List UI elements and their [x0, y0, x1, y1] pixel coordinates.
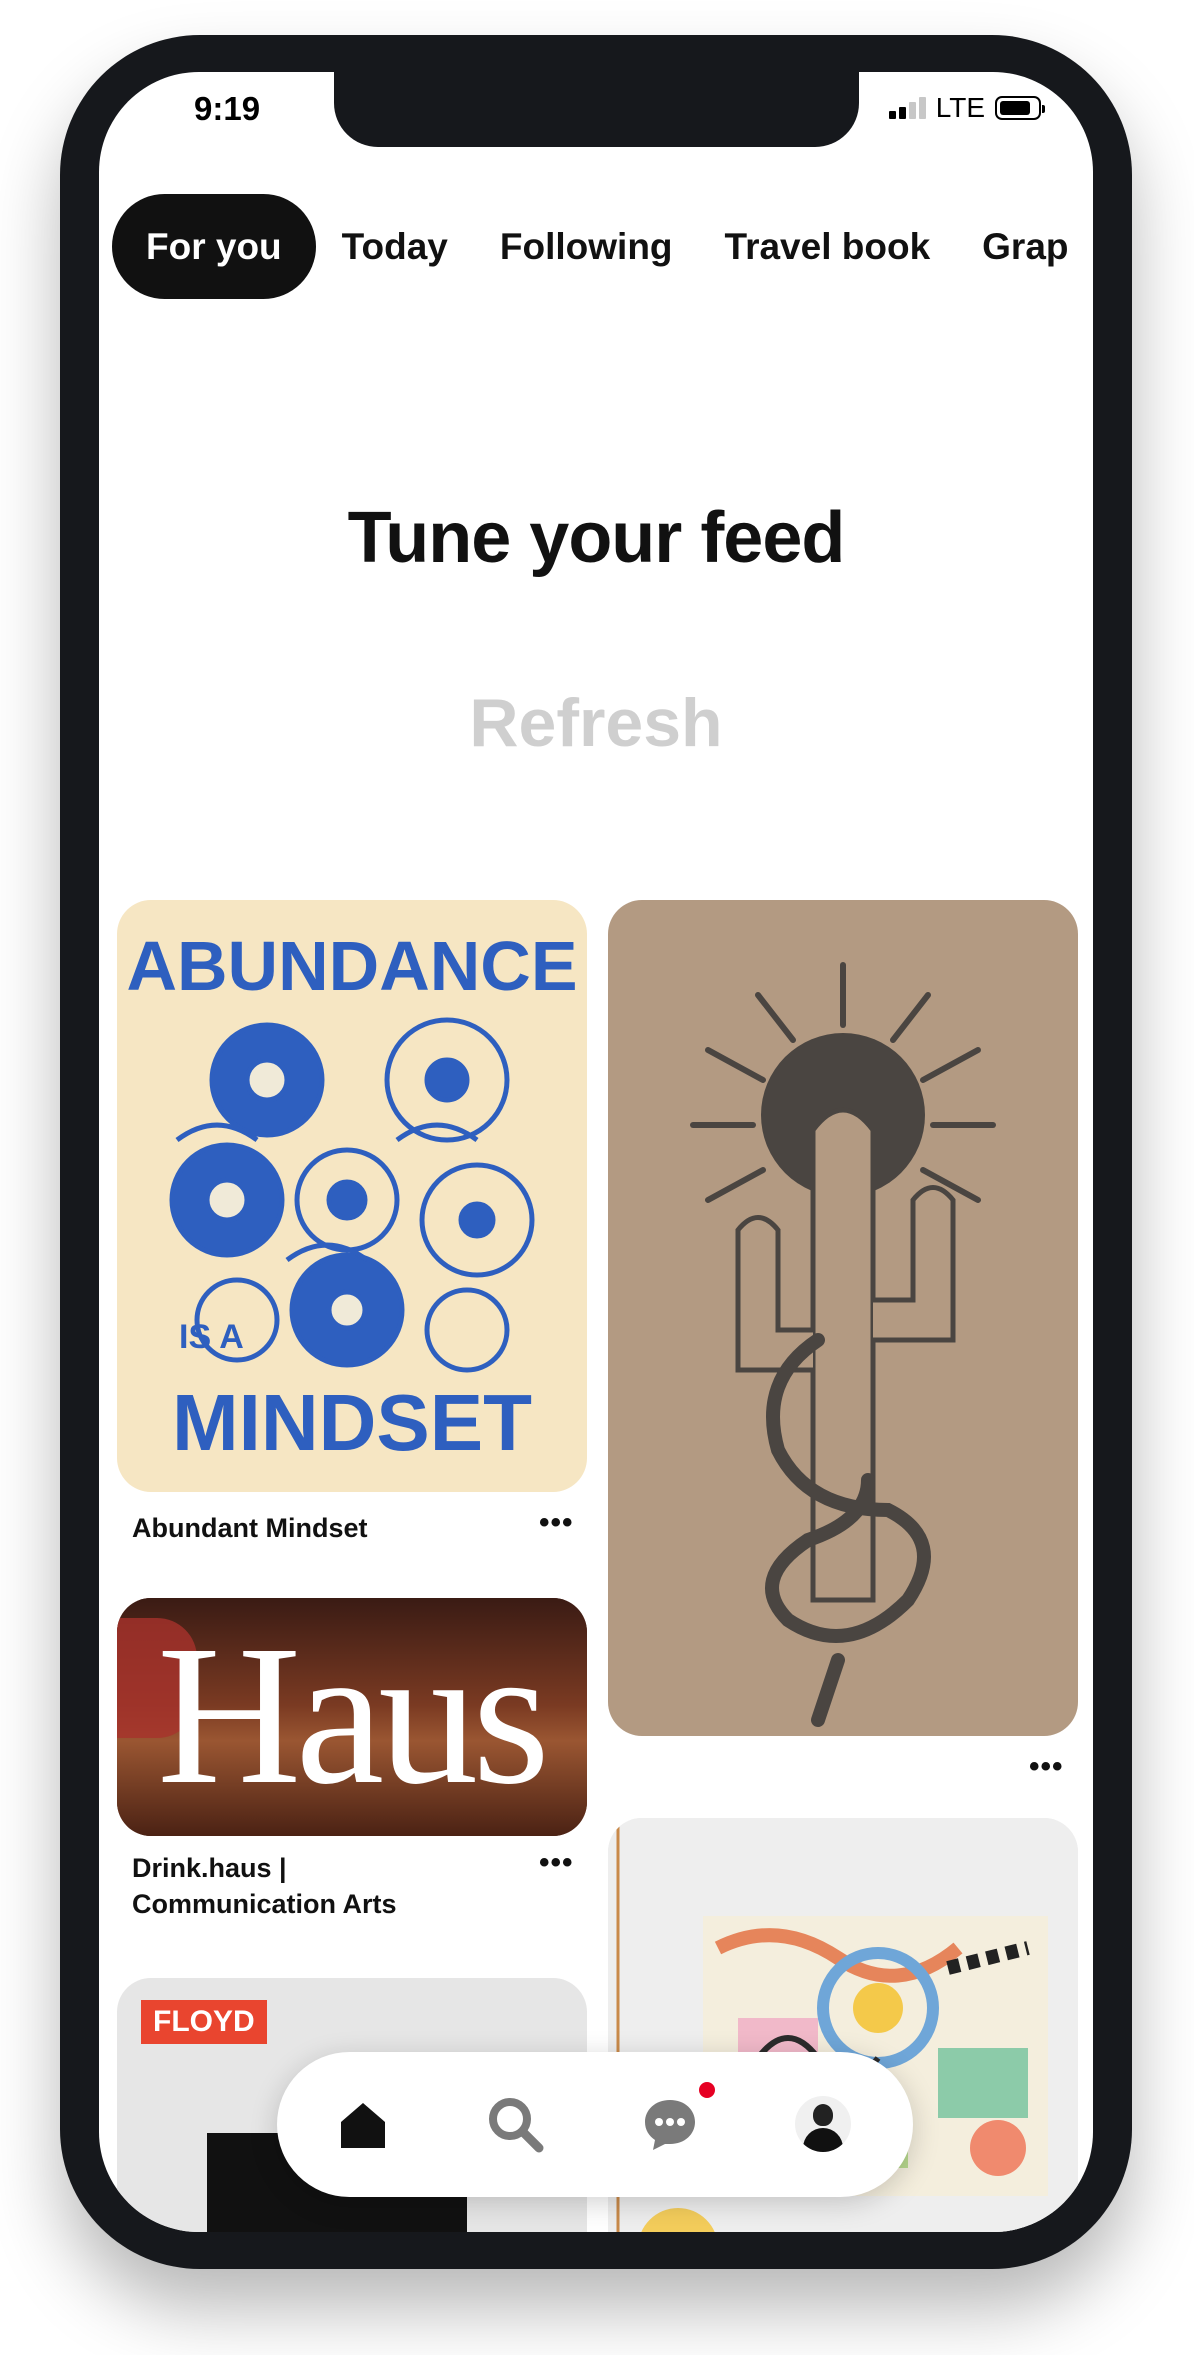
pin-abundant-mindset-more-button[interactable]: ••• — [539, 1506, 574, 1540]
refresh-button[interactable]: Refresh — [99, 684, 1093, 762]
profile-avatar[interactable] — [795, 2096, 851, 2152]
messages-notification-badge — [699, 2082, 715, 2098]
pin-cactus-more-button[interactable]: ••• — [1029, 1750, 1064, 1784]
pin-drink-haus-title-line2: Communication Arts — [132, 1889, 397, 1919]
status-indicators: LTE — [888, 92, 1045, 124]
pin-abundant-mindset-title[interactable]: Abundant Mindset — [132, 1510, 367, 1546]
pin-drink-haus-more-button[interactable]: ••• — [539, 1846, 574, 1880]
abundance-art-top: ABUNDANCE — [126, 927, 577, 1005]
messages-icon[interactable] — [640, 2094, 700, 2154]
tab-today[interactable]: Today — [316, 194, 474, 299]
floyd-label: FLOYD — [141, 2000, 267, 2044]
home-icon[interactable] — [333, 2094, 393, 2154]
phone-frame: 9:19 LTE For you Today Following Travel … — [60, 35, 1132, 2269]
notch — [334, 72, 859, 147]
bottom-navigation — [277, 2052, 913, 2197]
avatar-head — [813, 2104, 833, 2126]
pin-cactus-image[interactable] — [608, 900, 1078, 1736]
battery-icon — [995, 96, 1045, 120]
status-time: 9:19 — [194, 90, 261, 127]
cactus-snake-artwork — [690, 962, 996, 1727]
tab-graphic[interactable]: Grap — [956, 194, 1093, 299]
haus-art-text: Haus — [157, 1605, 550, 1826]
pin-drink-haus-title[interactable]: Drink.haus | Communication Arts — [132, 1850, 397, 1922]
tab-following[interactable]: Following — [474, 194, 699, 299]
abundance-art-mid: IS A — [179, 1318, 244, 1356]
feed-heading: Tune your feed — [347, 498, 846, 578]
signal-icon — [888, 97, 926, 119]
pin-drink-haus-image[interactable]: Haus — [117, 1598, 587, 1836]
tab-for-you[interactable]: For you — [112, 194, 316, 299]
feed-tabs: For you Today Following Travel book Grap — [112, 194, 1093, 299]
pin-drink-haus-title-line1: Drink.haus | — [132, 1853, 287, 1883]
abundance-art-bottom: MINDSET — [172, 1378, 532, 1467]
avatar-body — [803, 2128, 843, 2152]
search-icon[interactable] — [485, 2094, 545, 2154]
app-screen: 9:19 LTE For you Today Following Travel … — [99, 72, 1093, 2232]
tab-travel-book[interactable]: Travel book — [699, 194, 957, 299]
abundance-artwork: ABUNDANCE IS A MINDSET — [126, 927, 577, 1467]
pin-abundant-mindset-image[interactable]: ABUNDANCE IS A MINDSET — [117, 900, 587, 1492]
network-label: LTE — [935, 92, 985, 123]
